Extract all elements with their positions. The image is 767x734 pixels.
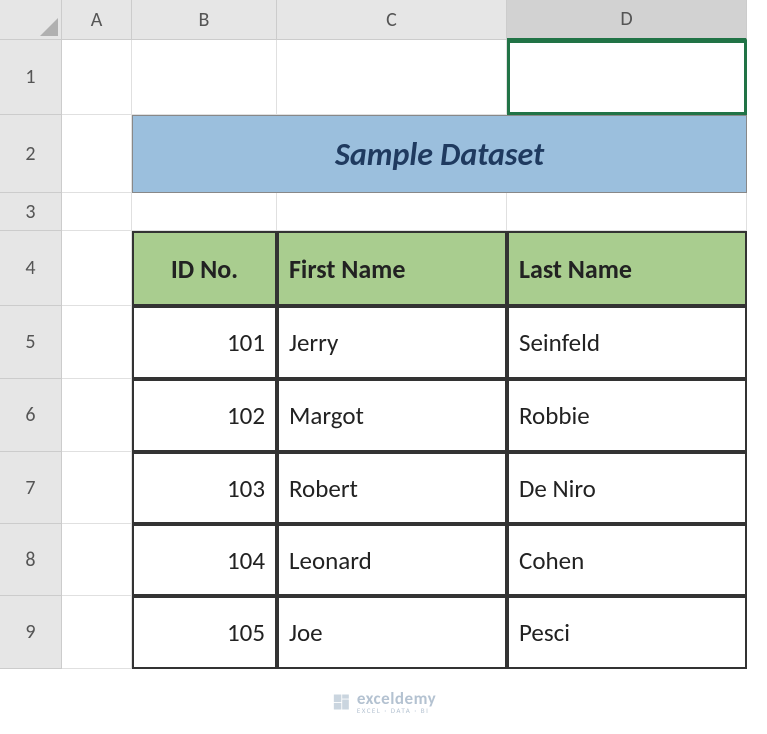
table-header-last[interactable]: Last Name	[507, 231, 747, 306]
table-row[interactable]: Pesci	[507, 596, 747, 669]
cell-b1[interactable]	[132, 40, 277, 115]
col-header-d[interactable]: D	[507, 0, 747, 40]
cell-a3[interactable]	[62, 193, 132, 231]
cell-a5[interactable]	[62, 306, 132, 379]
cell-c1[interactable]	[277, 40, 507, 115]
table-row[interactable]: Seinfeld	[507, 306, 747, 379]
dataset-title[interactable]: Sample Dataset	[132, 115, 747, 193]
table-row[interactable]: Joe	[277, 596, 507, 669]
table-header-first[interactable]: First Name	[277, 231, 507, 306]
row-header-7[interactable]: 7	[0, 452, 62, 524]
table-row[interactable]: 104	[132, 524, 277, 596]
row-header-3[interactable]: 3	[0, 193, 62, 231]
watermark-main: exceldemy	[357, 690, 436, 707]
watermark-text: exceldemy EXCEL · DATA · BI	[357, 690, 436, 714]
watermark-sub: EXCEL · DATA · BI	[357, 707, 436, 714]
cell-d1[interactable]	[507, 40, 747, 115]
table-row[interactable]: 101	[132, 306, 277, 379]
cell-a4[interactable]	[62, 231, 132, 306]
col-header-a[interactable]: A	[62, 0, 132, 40]
table-row[interactable]: Leonard	[277, 524, 507, 596]
exceldemy-logo-icon	[331, 692, 351, 712]
col-header-b[interactable]: B	[132, 0, 277, 40]
table-header-id[interactable]: ID No.	[132, 231, 277, 306]
cell-a9[interactable]	[62, 596, 132, 669]
table-row[interactable]: Jerry	[277, 306, 507, 379]
col-header-c[interactable]: C	[277, 0, 507, 40]
table-row[interactable]: De Niro	[507, 452, 747, 524]
cell-a7[interactable]	[62, 452, 132, 524]
row-header-5[interactable]: 5	[0, 306, 62, 379]
table-row[interactable]: Cohen	[507, 524, 747, 596]
table-row[interactable]: 105	[132, 596, 277, 669]
row-header-2[interactable]: 2	[0, 115, 62, 193]
cell-a8[interactable]	[62, 524, 132, 596]
row-header-6[interactable]: 6	[0, 379, 62, 452]
cell-b3[interactable]	[132, 193, 277, 231]
table-row[interactable]: Robert	[277, 452, 507, 524]
cell-a2[interactable]	[62, 115, 132, 193]
spreadsheet-grid: A B C D 1 2 Sample Dataset 3 4 ID No. Fi…	[0, 0, 767, 669]
row-header-1[interactable]: 1	[0, 40, 62, 115]
cell-a1[interactable]	[62, 40, 132, 115]
row-header-4[interactable]: 4	[0, 231, 62, 306]
cell-c3[interactable]	[277, 193, 507, 231]
row-header-9[interactable]: 9	[0, 596, 62, 669]
watermark: exceldemy EXCEL · DATA · BI	[331, 690, 436, 714]
cell-a6[interactable]	[62, 379, 132, 452]
table-row[interactable]: Robbie	[507, 379, 747, 452]
table-row[interactable]: Margot	[277, 379, 507, 452]
table-row[interactable]: 103	[132, 452, 277, 524]
row-header-8[interactable]: 8	[0, 524, 62, 596]
select-all-corner[interactable]	[0, 0, 62, 40]
table-row[interactable]: 102	[132, 379, 277, 452]
cell-d3[interactable]	[507, 193, 747, 231]
